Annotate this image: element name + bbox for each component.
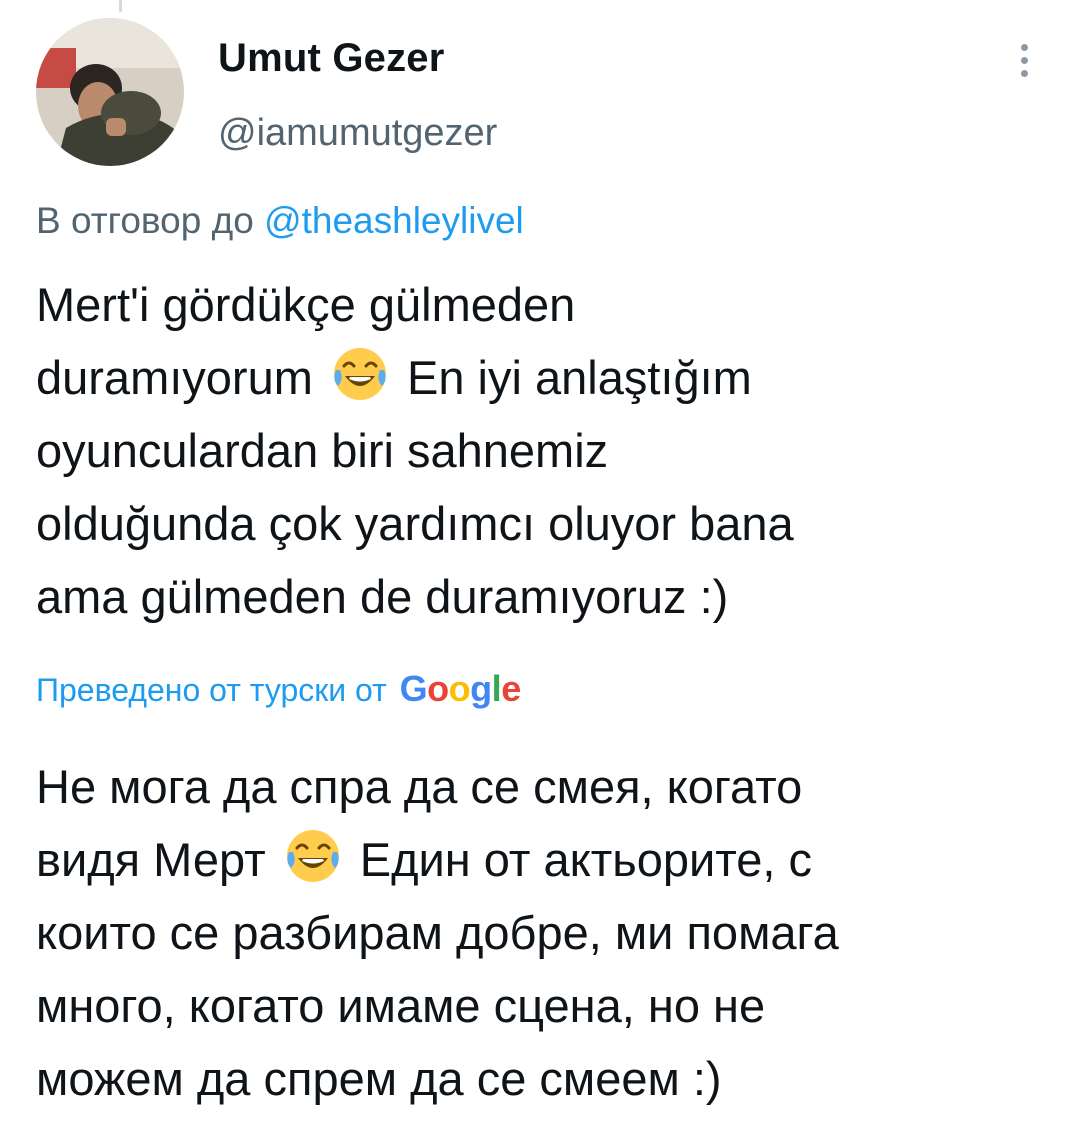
tweet-text-segment: duramıyorum [36,351,313,404]
translated-text-line: видя Мерт Един от актьорите, с [36,823,1046,896]
thread-connector-line [119,0,122,12]
translated-text-line: много, когато имаме сцена, но не [36,979,766,1032]
author-handle[interactable]: @iamumutgezer [218,112,497,155]
tweet-text-line: duramıyorum En iyi anlaştığım [36,341,1046,414]
more-options-dot [1020,69,1028,77]
translated-text-line: можем да спрем да се смеем :) [36,1052,722,1105]
more-options-vertical-icon [1020,43,1028,51]
tweet-text-line: Mert'i gördükçe gülmeden [36,278,576,331]
reply-context: В отговор до @theashleylivel [36,200,524,242]
avatar-image [36,18,184,166]
google-logo-letter: e [501,668,521,709]
translated-text-segment: видя Мерт [36,833,266,886]
google-logo-letter: l [491,668,502,709]
tweet-text-segment: En iyi anlaştığım [406,351,752,404]
more-options-dot [1020,56,1028,64]
translated-tweet-text: Не мога да спра да се смея, когато видя … [36,750,1046,1115]
author-display-name[interactable]: Umut Gezer [218,36,445,81]
translated-text-line: Не мога да спра да се смея, когато [36,760,803,813]
translation-credit-link[interactable]: Преведено от турски от Google [36,668,521,710]
face-with-tears-of-joy-icon [333,348,386,400]
google-logo: Google [399,668,522,709]
tweet-text-line: ama gülmeden de duramıyoruz :) [36,570,729,623]
reply-context-prefix: В отговор до [36,200,265,241]
reply-mention-link[interactable]: @theashleylivel [264,200,524,241]
google-logo-letter: o [427,668,449,709]
face-with-tears-of-joy-icon [286,830,339,882]
translated-text-segment: Един от актьорите, с [359,833,812,886]
translated-text-line: които се разбирам добре, ми помага [36,906,839,959]
tweet-text: Mert'i gördükçe gülmeden duramıyorum En … [36,268,1046,633]
google-logo-letter: G [399,668,428,709]
google-logo-letter: o [448,668,471,709]
translation-credit-label: Преведено от турски от [36,672,396,708]
more-options-button[interactable] [1004,38,1044,82]
tweet-text-line: oyunculardan biri sahnemiz [36,424,609,477]
tweet-text-line: olduğunda çok yardımcı oluyor bana [36,497,794,550]
google-logo-letter: g [470,668,492,709]
avatar[interactable] [36,18,184,166]
